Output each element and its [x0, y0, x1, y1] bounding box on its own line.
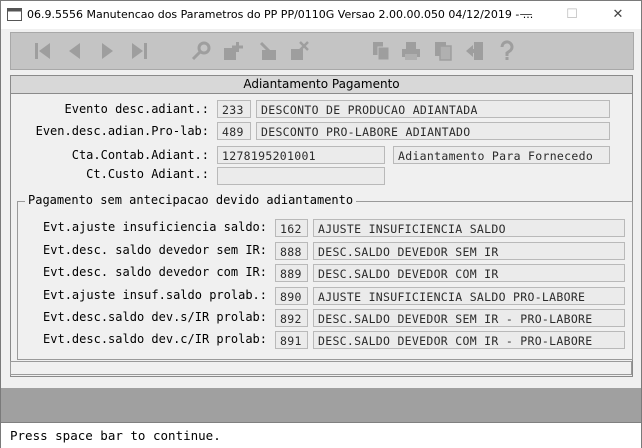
group-row-label: Evt.desc.saldo dev.s/IR prolab: [43, 310, 267, 324]
cta-contab-field[interactable]: 1278195201001 [217, 146, 385, 164]
close-button[interactable]: ✕ [595, 1, 641, 29]
last-record-icon[interactable] [125, 37, 153, 65]
group-row-desc-field: DESC.SALDO DEVEDOR SEM IR [313, 242, 625, 260]
help-icon[interactable] [493, 37, 521, 65]
group-row-code-field[interactable]: 162 [275, 219, 308, 237]
window-title: 06.9.5556 Manutencao dos Parametros do P… [27, 8, 534, 21]
toolbar [10, 32, 634, 70]
app-icon [7, 8, 22, 21]
group-row-code-field[interactable]: 890 [275, 287, 308, 305]
edit-icon[interactable] [255, 37, 283, 65]
add-icon[interactable] [219, 37, 247, 65]
message-area [1, 388, 641, 422]
group-row-label: Evt.ajuste insuficiencia saldo: [43, 220, 267, 234]
search-icon[interactable] [187, 37, 215, 65]
even-prolab-label: Even.desc.adian.Pro-lab: [35, 124, 209, 138]
print-icon[interactable] [397, 37, 425, 65]
group-row-label: Evt.ajuste insuf.saldo prolab.: [43, 288, 267, 302]
frame-bottom-strip [10, 361, 632, 375]
group-row-desc-field: AJUSTE INSUFICIENCIA SALDO PRO-LABORE [313, 287, 625, 305]
status-bar: Press space bar to continue. [1, 422, 641, 448]
ct-custo-field[interactable] [217, 167, 385, 185]
cta-contab-label: Cta.Contab.Adiant.: [71, 148, 209, 162]
group-row-label: Evt.desc. saldo devedor sem IR: [43, 243, 267, 257]
group-row-code-field[interactable]: 888 [275, 242, 308, 260]
minimize-button[interactable]: — [503, 1, 549, 29]
previous-record-icon[interactable] [61, 37, 89, 65]
application-window: 06.9.5556 Manutencao dos Parametros do P… [0, 0, 642, 448]
group-row-desc-field: DESC.SALDO DEVEDOR SEM IR - PRO-LABORE [313, 309, 625, 327]
evento-code-field[interactable]: 233 [217, 100, 251, 118]
group-row-label: Evt.desc.saldo dev.c/IR prolab: [43, 332, 267, 346]
status-message: Press space bar to continue. [10, 428, 221, 443]
even-prolab-desc-field: DESCONTO PRO-LABORE ADIANTADO [256, 122, 610, 140]
delete-icon[interactable] [285, 37, 313, 65]
cta-contab-desc-field: Adiantamento Para Fornecedo [393, 146, 610, 164]
group-title: Pagamento sem antecipacao devido adianta… [25, 192, 357, 208]
open-document-icon[interactable] [367, 37, 395, 65]
group-row-desc-field: AJUSTE INSUFICIENCIA SALDO [313, 219, 625, 237]
panel-title: Adiantamento Pagamento [11, 76, 632, 94]
group-row-label: Evt.desc. saldo devedor com IR: [43, 265, 267, 279]
next-record-icon[interactable] [93, 37, 121, 65]
exit-icon[interactable] [461, 37, 489, 65]
maximize-button[interactable]: ☐ [549, 1, 595, 29]
group-row-desc-field: DESC.SALDO DEVEDOR COM IR - PRO-LABORE [313, 331, 625, 349]
group-row-desc-field: DESC.SALDO DEVEDOR COM IR [313, 264, 625, 282]
evento-desc-field: DESCONTO DE PRODUCAO ADIANTADA [256, 100, 610, 118]
evento-label: Evento desc.adiant.: [64, 102, 210, 116]
even-prolab-code-field[interactable]: 489 [217, 122, 251, 140]
ct-custo-label: Ct.Custo Adiant.: [86, 167, 209, 181]
group-row-code-field[interactable]: 892 [275, 309, 308, 327]
group-row-code-field[interactable]: 889 [275, 264, 308, 282]
group-row-code-field[interactable]: 891 [275, 331, 308, 349]
copy-icon[interactable] [429, 37, 457, 65]
first-record-icon[interactable] [29, 37, 57, 65]
title-bar: 06.9.5556 Manutencao dos Parametros do P… [1, 1, 641, 29]
